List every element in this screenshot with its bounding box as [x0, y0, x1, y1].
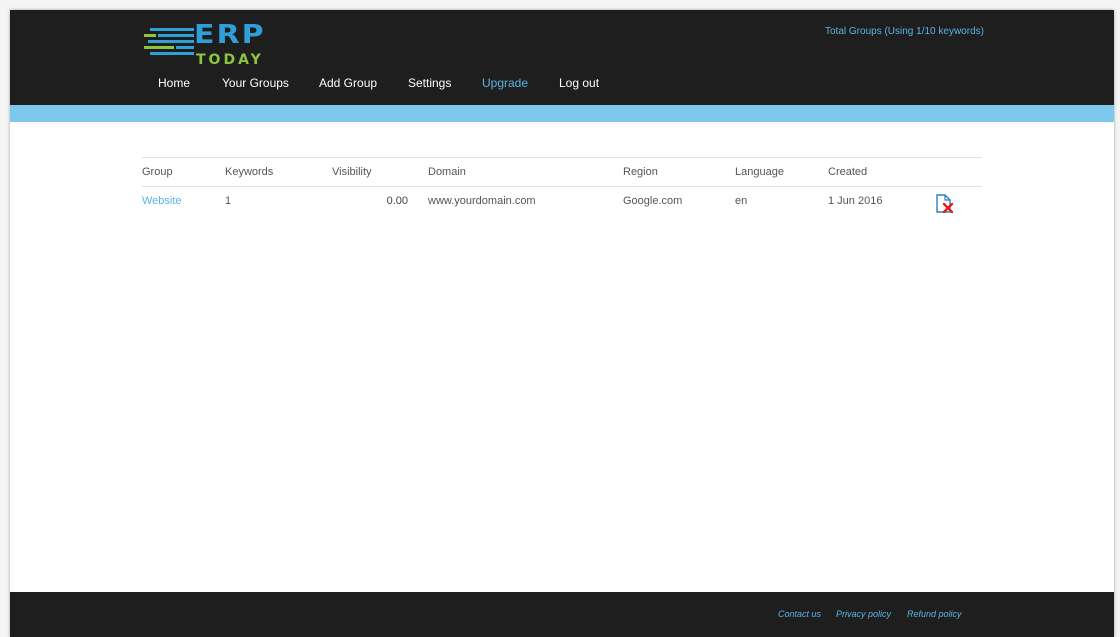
column-header-visibility: Visibility — [332, 166, 372, 178]
visibility-value: 0.00 — [386, 195, 408, 207]
nav-home[interactable]: Home — [158, 76, 190, 90]
column-header-created: Created — [828, 166, 868, 178]
nav-upgrade[interactable]: Upgrade — [482, 76, 528, 90]
nav-log-out[interactable]: Log out — [559, 76, 599, 90]
delete-document-icon[interactable] — [933, 193, 955, 215]
column-header-keywords: Keywords — [225, 166, 274, 178]
column-header-language: Language — [735, 166, 784, 178]
accent-stripe — [10, 105, 1114, 122]
column-header-group: Group — [142, 166, 173, 178]
footer-privacy-link[interactable]: Privacy policy — [836, 609, 891, 619]
serp-today-logo[interactable]: ERP TODAY — [144, 20, 294, 68]
column-header-region: Region — [623, 166, 658, 178]
logo-word: ERP — [194, 20, 266, 50]
logo-sub: TODAY — [196, 52, 264, 68]
logo-bars-icon — [144, 28, 194, 55]
header: ERP TODAY Total Groups (Using 1/10 keywo… — [10, 10, 1114, 105]
language-value: en — [735, 195, 748, 207]
total-groups-status[interactable]: Total Groups (Using 1/10 keywords) — [825, 26, 984, 37]
footer: Contact us Privacy policy Refund policy — [10, 592, 1114, 637]
nav-add-group[interactable]: Add Group — [319, 76, 377, 90]
footer-refund-link[interactable]: Refund policy — [907, 609, 962, 619]
keywords-count: 1 — [225, 195, 232, 207]
region-value: Google.com — [623, 195, 683, 207]
column-header-domain: Domain — [428, 166, 466, 178]
table-top-rule — [142, 157, 982, 158]
group-link[interactable]: Website — [142, 195, 182, 207]
footer-contact-link[interactable]: Contact us — [778, 609, 821, 619]
app-window: ERP TODAY Total Groups (Using 1/10 keywo… — [10, 10, 1114, 637]
created-value: 1 Jun 2016 — [828, 195, 883, 207]
nav-settings[interactable]: Settings — [408, 76, 451, 90]
domain-value: www.yourdomain.com — [428, 195, 536, 207]
nav-your-groups[interactable]: Your Groups — [222, 76, 289, 90]
